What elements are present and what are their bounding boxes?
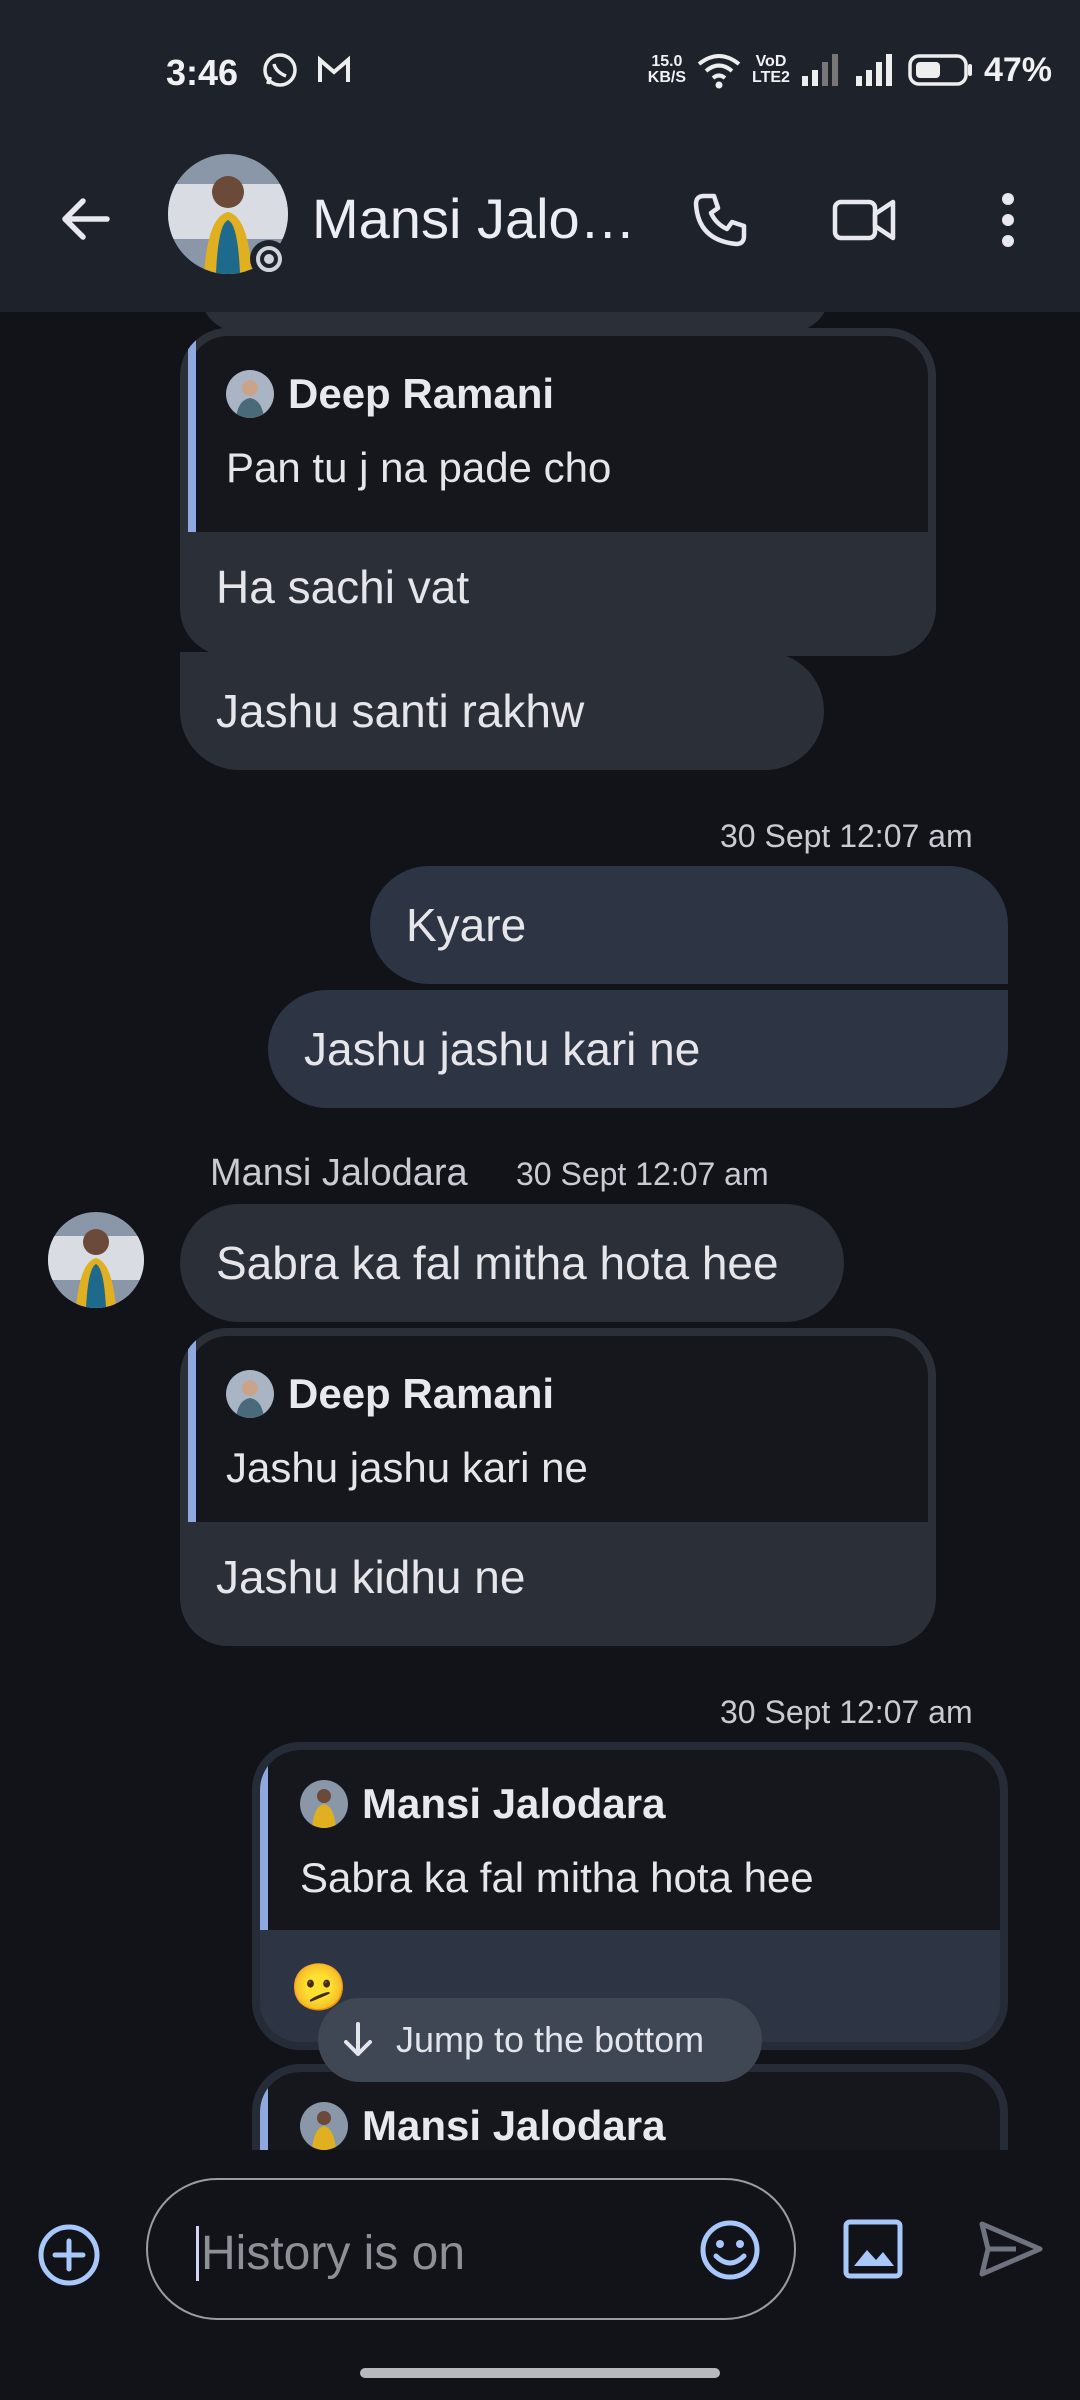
- sender-photo: [48, 1212, 144, 1308]
- quote-text: Sabra ka fal mitha hota hee: [300, 1854, 814, 1901]
- send-icon: [979, 2221, 1043, 2277]
- quoted-message[interactable]: Mansi Jalodara: [260, 2072, 1000, 2150]
- message-text: Jashu jashu kari ne: [304, 1023, 701, 1075]
- sender-name: Mansi Jalodara: [210, 1152, 468, 1194]
- quote-author-name: Mansi Jalodara: [362, 2102, 666, 2149]
- message-bubble[interactable]: Jashu jashu kari ne: [268, 990, 1008, 1108]
- volte-label: VoD LTE2: [752, 54, 790, 86]
- battery-icon: [908, 54, 972, 86]
- message-timestamp: 30 Sept 12:07 am: [720, 818, 973, 854]
- more-vert-icon: [1002, 193, 1014, 247]
- quote-author-avatar: [226, 370, 274, 418]
- quote-text: Jashu jashu kari ne: [226, 1444, 588, 1491]
- notification-icons: [260, 50, 354, 90]
- status-bar: 3:46 15.0 KB/S VoD LTE2 47%: [0, 0, 1080, 130]
- net-speed-unit: KB/S: [647, 69, 686, 86]
- voice-call-button[interactable]: [682, 182, 758, 258]
- jump-to-bottom-label: Jump to the bottom: [396, 2019, 705, 2060]
- wifi-icon: [697, 54, 741, 89]
- whatsapp-icon: [263, 53, 297, 87]
- phone-icon: [693, 193, 747, 247]
- composer: History is on: [0, 2150, 1080, 2400]
- quote-author-name: Mansi Jalodara: [362, 1780, 666, 1827]
- message-list[interactable]: Deep Ramani Pan tu j na pade cho Ha sach…: [0, 312, 1080, 2150]
- quote-text: Pan tu j na pade cho: [226, 444, 612, 491]
- signal-icon-sim2: [855, 54, 892, 86]
- quote-author-avatar: [300, 2102, 348, 2150]
- jump-to-bottom-button[interactable]: Jump to the bottom: [318, 1998, 762, 2082]
- emoji-icon: [700, 2220, 760, 2280]
- quote-bar: [260, 1750, 268, 1930]
- quote-bar: [188, 336, 196, 532]
- quote-bar: [188, 1336, 196, 1522]
- more-options-button[interactable]: [970, 182, 1046, 258]
- vo-label: VoD: [755, 53, 787, 70]
- message-text: Ha sachi vat: [216, 561, 470, 613]
- quote-author: Mansi Jalodara: [300, 1780, 665, 1828]
- gallery-button[interactable]: [840, 2216, 906, 2282]
- reply-message-bubble[interactable]: Deep Ramani Jashu jashu kari ne Jashu ki…: [180, 1328, 936, 1646]
- add-circle-icon: [38, 2224, 100, 2286]
- quote-author-avatar: [226, 1370, 274, 1418]
- add-attachment-button[interactable]: [34, 2220, 104, 2290]
- message-bubble[interactable]: Jashu santi rakhw: [180, 652, 824, 770]
- message-bubble[interactable]: Kyare: [370, 866, 1008, 984]
- contact-name[interactable]: Mansi Jalo…: [312, 186, 636, 251]
- lte-label: LTE2: [752, 69, 790, 86]
- battery-percentage: 47%: [983, 50, 1052, 89]
- gmail-icon: [318, 55, 350, 82]
- system-icons: 15.0 KB/S VoD LTE2 47%: [648, 50, 1052, 90]
- message-text: Kyare: [406, 899, 527, 951]
- quote-bar: [260, 2072, 268, 2150]
- message-text: Jashu santi rakhw: [216, 685, 585, 737]
- net-speed-value: 15.0: [651, 53, 683, 70]
- quote-author: Mansi Jalodara: [300, 2102, 665, 2150]
- quoted-message[interactable]: Mansi Jalodara Sabra ka fal mitha hota h…: [260, 1750, 1000, 1930]
- back-arrow-icon: [62, 198, 110, 240]
- net-speed: 15.0 KB/S: [648, 54, 686, 86]
- quote-author: Deep Ramani: [226, 1370, 554, 1418]
- image-icon: [843, 2219, 903, 2279]
- quote-author: Deep Ramani: [226, 370, 554, 418]
- arrow-down-icon: [344, 2022, 372, 2056]
- message-input-placeholder: History is on: [196, 2226, 465, 2281]
- presence-indicator: [250, 240, 288, 278]
- quote-author-name: Deep Ramani: [288, 370, 555, 417]
- quoted-message[interactable]: Deep Ramani Jashu jashu kari ne: [188, 1336, 928, 1522]
- message-timestamp: 30 Sept 12:07 am: [516, 1156, 769, 1192]
- quote-author-avatar: [300, 1780, 348, 1828]
- video-call-button[interactable]: [826, 182, 902, 258]
- message-timestamp: 30 Sept 12:07 am: [720, 1694, 973, 1730]
- sender-avatar[interactable]: [48, 1212, 144, 1308]
- gesture-bar: [360, 2368, 720, 2378]
- message-text: Sabra ka fal mitha hota hee: [216, 1237, 779, 1289]
- signal-icon-sim1: [801, 54, 838, 86]
- message-input[interactable]: History is on: [146, 2178, 796, 2320]
- video-icon: [832, 199, 896, 241]
- quoted-message[interactable]: Deep Ramani Pan tu j na pade cho: [188, 336, 928, 532]
- quote-author-name: Deep Ramani: [288, 1370, 555, 1417]
- reply-message-bubble[interactable]: Deep Ramani Pan tu j na pade cho Ha sach…: [180, 328, 936, 656]
- back-button[interactable]: [50, 184, 120, 254]
- conversation-header: Mansi Jalo…: [0, 130, 1080, 312]
- message-bubble[interactable]: Sabra ka fal mitha hota hee: [180, 1204, 844, 1322]
- send-button[interactable]: [976, 2216, 1046, 2282]
- status-time: 3:46: [166, 52, 239, 93]
- message-text: Jashu kidhu ne: [216, 1551, 526, 1603]
- status-ring-icon: [256, 246, 282, 272]
- emoji-button[interactable]: [698, 2218, 762, 2282]
